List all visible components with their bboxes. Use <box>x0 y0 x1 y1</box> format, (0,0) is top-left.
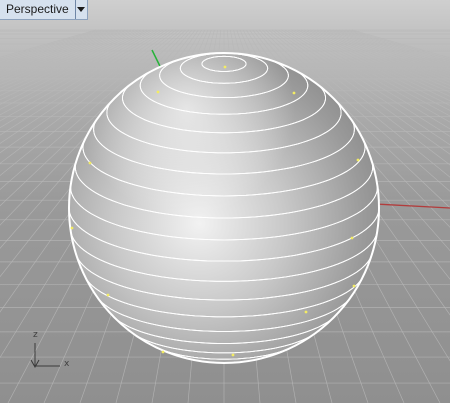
viewport-menu-button[interactable] <box>74 0 87 19</box>
viewport-title-tab[interactable]: Perspective <box>0 0 88 20</box>
axis-gizmo <box>30 343 60 369</box>
sphere-mesh[interactable] <box>68 52 380 364</box>
gizmo-z-label: z <box>33 330 38 340</box>
viewport-title[interactable]: Perspective <box>0 0 75 19</box>
viewport-canvas <box>0 29 450 403</box>
triangle-down-icon <box>77 7 86 12</box>
perspective-viewport[interactable]: Perspective z x <box>0 0 450 403</box>
gizmo-x-label: x <box>64 359 70 369</box>
